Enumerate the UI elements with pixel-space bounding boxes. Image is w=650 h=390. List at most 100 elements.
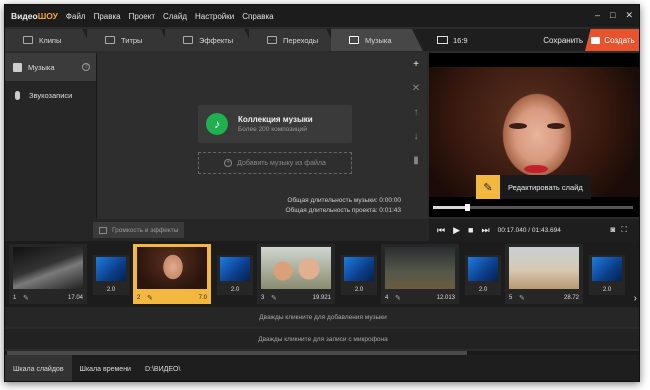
add-icon: + bbox=[224, 159, 233, 167]
microphone-track[interactable]: Дважды кликните для записи с микрофона bbox=[5, 329, 639, 349]
transition-1[interactable]: 2.0 bbox=[93, 255, 129, 295]
music-track[interactable]: Дважды кликните для добавления музыки bbox=[5, 307, 639, 327]
monitor-icon bbox=[437, 36, 448, 44]
help-icon[interactable]: ? bbox=[82, 63, 90, 71]
slide-thumbnail bbox=[385, 247, 455, 289]
minimize-icon[interactable]: – bbox=[595, 10, 600, 21]
music-collection-icon: ♪ bbox=[206, 113, 228, 135]
add-music-button[interactable]: + Добавить музыку из файла bbox=[198, 152, 352, 174]
move-down-icon[interactable]: ↓ bbox=[414, 131, 419, 149]
slide-thumbnail bbox=[13, 247, 83, 289]
music-sidebar: Музыка? Звукозаписи bbox=[5, 53, 97, 219]
music-note-icon bbox=[13, 62, 22, 72]
transition-5[interactable]: 2.0 bbox=[589, 255, 625, 295]
slide-4[interactable]: 4 ✎ 12.013 bbox=[381, 244, 459, 304]
slide-thumbnail bbox=[509, 247, 579, 289]
maximize-icon[interactable]: □ bbox=[610, 10, 615, 21]
slide-thumbnail bbox=[137, 247, 207, 289]
duration-info: Общая длительность музыки: 0:00:00 Общая… bbox=[286, 196, 402, 216]
menu-settings[interactable]: Настройки bbox=[195, 12, 234, 21]
tab-slide-timeline[interactable]: Шкала слайдов bbox=[5, 355, 72, 381]
menu-help[interactable]: Справка bbox=[242, 12, 273, 21]
clips-icon bbox=[23, 36, 33, 44]
player-controls: ⏮ ▶ ■ ⏭ 00:17.040 / 01:43.694 ◙⛶ bbox=[429, 219, 639, 241]
preview-toolbar: 16:9 Сохранить Создать bbox=[429, 29, 639, 51]
close-icon[interactable]: ✕ bbox=[625, 10, 633, 21]
music-tools: + ✕ ↑ ↓ ▮ bbox=[405, 53, 427, 219]
tab-titles[interactable]: Титры bbox=[87, 29, 171, 51]
app-window: ВидеоШОУ Файл Правка Проект Слайд Настро… bbox=[4, 4, 640, 382]
time-readout: 00:17.040 / 01:43.694 bbox=[497, 226, 561, 234]
transition-thumbnail bbox=[344, 257, 374, 281]
project-path: D:\ВИДЕО\ bbox=[144, 365, 181, 373]
menu-file[interactable]: Файл bbox=[66, 12, 86, 21]
next-icon[interactable]: ⏭ bbox=[481, 225, 489, 236]
transition-thumbnail bbox=[468, 257, 498, 281]
pencil-icon[interactable]: ✎ bbox=[519, 294, 525, 302]
aspect-ratio-button[interactable]: 16:9 bbox=[437, 36, 468, 45]
music-collection-card[interactable]: ♪ Коллекция музыки Более 200 композиций bbox=[198, 105, 352, 143]
collection-title: Коллекция музыки bbox=[238, 115, 313, 124]
window-controls: – □ ✕ bbox=[595, 10, 633, 21]
edit-slide-button[interactable]: ✎ Редактировать слайд bbox=[476, 175, 591, 199]
collection-subtitle: Более 200 композиций bbox=[238, 126, 307, 133]
seek-handle[interactable] bbox=[465, 204, 470, 211]
music-panel: ♪ Коллекция музыки Более 200 композиций … bbox=[98, 53, 405, 219]
pencil-icon[interactable]: ✎ bbox=[23, 294, 29, 302]
tab-music[interactable]: Музыка bbox=[331, 29, 423, 51]
menu-slide[interactable]: Слайд bbox=[163, 12, 187, 21]
project-duration: Общая длительность проекта: 0:01:43 bbox=[285, 207, 402, 214]
titles-icon bbox=[105, 36, 115, 44]
slide-thumbnail bbox=[261, 247, 331, 289]
app-logo: ВидеоШОУ bbox=[11, 11, 58, 21]
sidebar-item-recordings[interactable]: Звукозаписи bbox=[5, 81, 96, 109]
title-bar: ВидеоШОУ Файл Правка Проект Слайд Настро… bbox=[5, 5, 639, 27]
previous-icon[interactable]: ⏮ bbox=[437, 225, 445, 236]
slide-strip: 1 ✎ 17.04 2.0 2 ✎ 7.0 2.0 3 ✎ 19.921 2.0 4 ✎ 12.… bbox=[5, 241, 639, 307]
fullscreen-icon[interactable]: ⛶ bbox=[621, 225, 633, 234]
tab-effects[interactable]: Эффекты bbox=[165, 29, 255, 51]
snapshot-icon[interactable]: ◙ bbox=[611, 225, 622, 234]
volume-effects-button[interactable]: Громкость и эффекты bbox=[93, 222, 185, 238]
effects-icon bbox=[183, 36, 193, 44]
pencil-icon[interactable]: ✎ bbox=[395, 294, 401, 302]
slide-1[interactable]: 1 ✎ 17.04 bbox=[9, 244, 87, 304]
transition-4[interactable]: 2.0 bbox=[465, 255, 501, 295]
menu-project[interactable]: Проект bbox=[129, 12, 155, 21]
music-duration: Общая длительность музыки: 0:00:00 bbox=[287, 197, 401, 204]
trash-icon[interactable]: ▮ bbox=[413, 155, 419, 173]
transition-thumbnail bbox=[220, 257, 250, 281]
seek-progress bbox=[433, 206, 467, 209]
sidebar-item-music[interactable]: Музыка? bbox=[5, 53, 96, 81]
play-icon[interactable]: ▶ bbox=[453, 225, 460, 236]
pencil-icon[interactable]: ✎ bbox=[271, 294, 277, 302]
volume-icon bbox=[99, 226, 107, 234]
bottom-bar: Шкала слайдов Шкала времени D:\ВИДЕО\ bbox=[5, 355, 639, 381]
save-button[interactable]: Сохранить bbox=[543, 36, 583, 45]
slide-2[interactable]: 2 ✎ 7.0 bbox=[133, 244, 211, 304]
create-button[interactable]: Создать bbox=[585, 29, 639, 51]
stop-icon[interactable]: ■ bbox=[468, 225, 473, 235]
transitions-icon bbox=[267, 36, 277, 44]
tab-clips[interactable]: Клипы bbox=[5, 29, 93, 51]
transition-thumbnail bbox=[592, 257, 622, 281]
move-up-icon[interactable]: ↑ bbox=[414, 107, 419, 125]
transition-2[interactable]: 2.0 bbox=[217, 255, 253, 295]
tab-transitions[interactable]: Переходы bbox=[249, 29, 337, 51]
tab-time-timeline[interactable]: Шкала времени bbox=[72, 355, 139, 381]
menu-edit[interactable]: Правка bbox=[94, 12, 121, 21]
pencil-icon[interactable]: ✎ bbox=[147, 294, 153, 302]
scroll-right-icon[interactable]: › bbox=[634, 293, 637, 304]
transition-3[interactable]: 2.0 bbox=[341, 255, 377, 295]
music-icon bbox=[349, 36, 359, 44]
tab-bar: Клипы Титры Эффекты Переходы Музыка bbox=[5, 29, 429, 51]
seek-bar[interactable] bbox=[433, 204, 633, 211]
remove-icon[interactable]: ✕ bbox=[412, 83, 420, 101]
sub-toolbar: Громкость и эффекты bbox=[5, 219, 429, 241]
slide-5[interactable]: 5 ✎ 28.72 bbox=[505, 244, 583, 304]
menu-bar: Файл Правка Проект Слайд Настройки Справ… bbox=[66, 12, 282, 21]
add-icon[interactable]: + bbox=[413, 59, 419, 77]
preview-area: ✎ Редактировать слайд bbox=[429, 53, 639, 217]
slide-3[interactable]: 3 ✎ 19.921 bbox=[257, 244, 335, 304]
microphone-icon bbox=[15, 90, 20, 100]
